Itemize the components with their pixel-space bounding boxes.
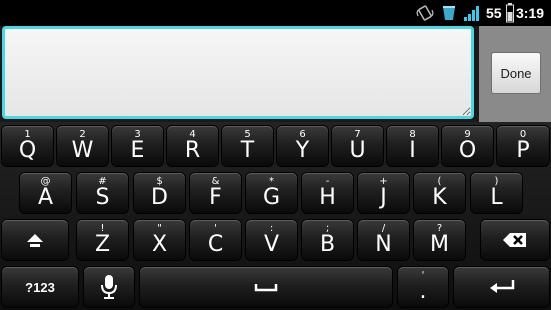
period-key[interactable]: '. <box>398 267 448 307</box>
key-r[interactable]: 4R <box>167 126 218 166</box>
microphone-icon <box>84 267 134 307</box>
key-q[interactable]: 1Q <box>2 126 53 166</box>
battery-level: 55 <box>486 5 502 21</box>
key-i[interactable]: 8I <box>387 126 438 166</box>
key-c[interactable]: ' C <box>190 220 241 260</box>
space-key[interactable] <box>140 267 392 307</box>
key-j[interactable]: + J <box>358 173 409 213</box>
key-label: N <box>375 232 392 257</box>
key-o[interactable]: 9O <box>442 126 493 166</box>
key-n[interactable]: / N <box>358 220 409 260</box>
key-l[interactable]: ) L <box>471 173 522 213</box>
backspace-icon <box>481 220 549 260</box>
key-y[interactable]: 6Y <box>277 126 328 166</box>
key-x[interactable]: " X <box>134 220 185 260</box>
key-g[interactable]: * G <box>246 173 297 213</box>
key-m[interactable]: ? M <box>414 220 465 260</box>
key-label: Z <box>94 232 111 257</box>
delete-key[interactable] <box>481 220 549 260</box>
cup-icon <box>442 3 456 23</box>
key-label: . <box>419 279 427 304</box>
key-label: X <box>151 232 168 257</box>
key-label: R <box>184 138 201 163</box>
key-label: B <box>319 232 336 257</box>
key-label: Q <box>18 138 37 163</box>
key-label: W <box>71 138 94 163</box>
status-bar: 55 3:19 <box>0 0 551 26</box>
key-h[interactable]: -H <box>302 173 353 213</box>
key-label: S <box>95 185 110 210</box>
key-a[interactable]: @ A <box>20 173 71 213</box>
key-label: C <box>207 232 224 257</box>
battery-icon <box>506 3 514 23</box>
key-f[interactable]: & F <box>190 173 241 213</box>
key-label: H <box>319 185 336 210</box>
space-icon <box>140 267 392 307</box>
shift-icon <box>2 220 68 260</box>
key-label: Y <box>295 138 310 163</box>
symbols-key[interactable]: ?123 <box>2 267 78 307</box>
shift-key[interactable] <box>2 220 68 260</box>
key-w[interactable]: 2W <box>57 126 108 166</box>
key-label: K <box>432 185 447 210</box>
enter-key[interactable] <box>454 267 549 307</box>
key-v[interactable]: :V <box>246 220 297 260</box>
key-label: D <box>151 185 168 210</box>
key-b[interactable]: ; B <box>302 220 353 260</box>
keyboard: 1Q 2W 3E 4R 5T 6Y 7U 8I 9O 0P @ A # S $ D &… <box>0 122 551 310</box>
key-s[interactable]: # S <box>77 173 128 213</box>
enter-icon <box>454 267 549 307</box>
key-p[interactable]: 0P <box>497 126 549 166</box>
key-k[interactable]: (K <box>414 173 465 213</box>
key-label: M <box>430 232 449 257</box>
key-t[interactable]: 5T <box>222 126 273 166</box>
clock: 3:19 <box>516 5 545 21</box>
key-d[interactable]: $ D <box>134 173 185 213</box>
key-z[interactable]: ! Z <box>77 220 128 260</box>
key-label: P <box>516 138 530 163</box>
key-e[interactable]: 3E <box>112 126 163 166</box>
key-label: V <box>263 232 280 257</box>
key-label: I <box>409 138 416 163</box>
key-label: U <box>349 138 366 163</box>
key-label: T <box>240 138 255 163</box>
text-input[interactable] <box>2 26 474 119</box>
key-label: E <box>130 138 145 163</box>
key-label: G <box>262 185 281 210</box>
key-label: O <box>458 138 477 163</box>
key-label: A <box>37 185 54 210</box>
key-label: L <box>490 185 503 210</box>
signal-icon <box>463 3 481 23</box>
microphone-key[interactable] <box>84 267 134 307</box>
symbols-label: ?123 <box>25 279 55 295</box>
key-u[interactable]: 7U <box>332 126 383 166</box>
key-label: J <box>380 185 387 210</box>
done-button[interactable]: Done <box>491 52 541 94</box>
key-label: F <box>209 185 222 210</box>
vibrate-icon <box>416 3 434 23</box>
